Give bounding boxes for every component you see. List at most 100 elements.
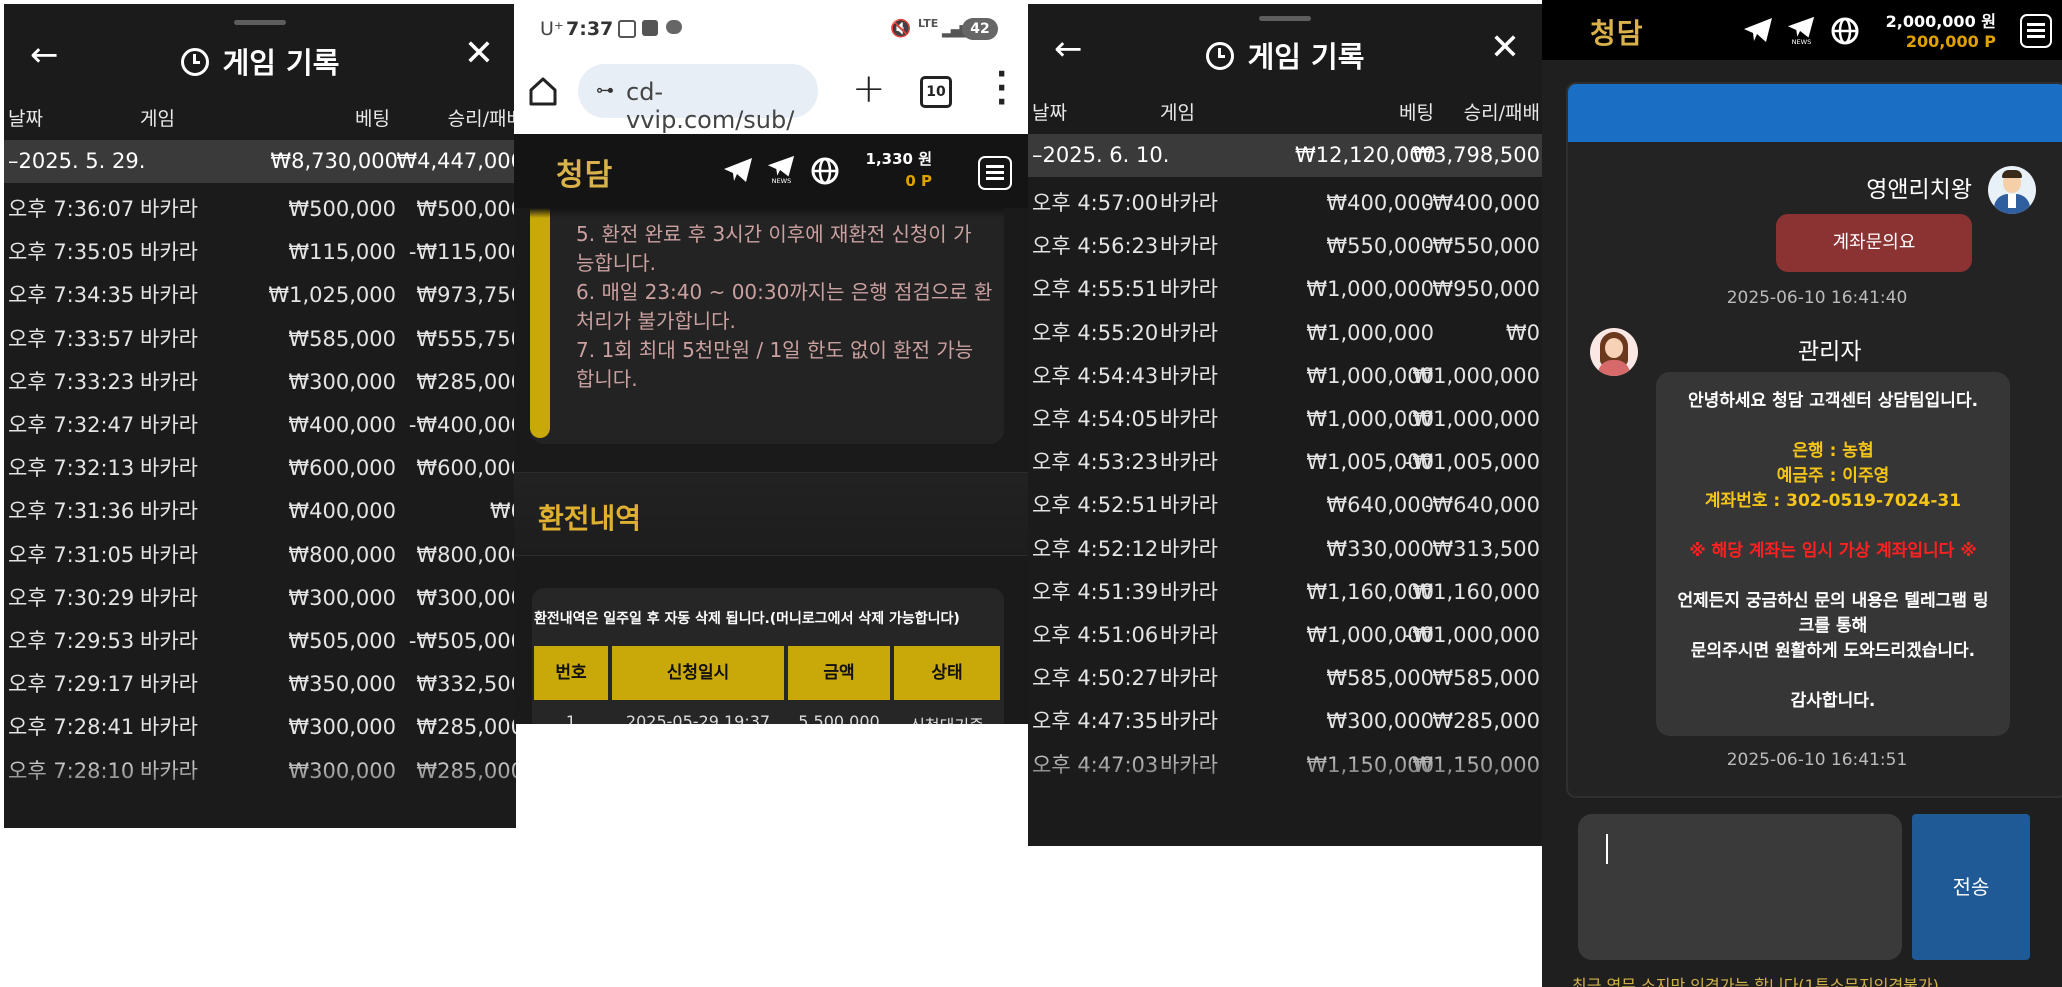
new-tab-icon[interactable]: + [852, 66, 886, 112]
globe-icon[interactable] [1830, 16, 1860, 46]
game-history-panel-2: ← 게임 기록 ✕ 날짜 게임 베팅 승리/패배 –2025. 6. 10. ₩… [1028, 4, 1542, 846]
cell-result: ₩300,000 [416, 585, 516, 610]
page-title: 게임 기록 [1028, 34, 1542, 76]
close-icon[interactable]: ✕ [1490, 30, 1520, 66]
close-icon[interactable]: ✕ [464, 36, 494, 72]
cell-result: -₩640,000 [1424, 493, 1540, 518]
tab-switcher-button[interactable]: 10 [920, 76, 952, 108]
table-row[interactable]: 오후 4:52:12 바카라 ₩330,000 ₩313,500 [1028, 528, 1542, 571]
app-icon [642, 20, 658, 36]
telegram-icon[interactable] [1742, 16, 1774, 44]
telegram-news-icon[interactable]: NEWS [766, 154, 796, 184]
cell-game: 바카라 [140, 672, 198, 697]
user-avatar [1988, 166, 2036, 214]
table-row[interactable]: 오후 7:32:47 바카라 ₩400,000 -₩400,000 [4, 404, 516, 447]
cell-game: 바카라 [140, 369, 198, 394]
home-icon[interactable] [526, 74, 560, 108]
status-time: 7:37 [566, 18, 614, 40]
table-row[interactable]: 오후 7:34:35 바카라 ₩1,025,000 ₩973,750 [4, 274, 516, 317]
table-row[interactable]: 오후 4:56:23 바카라 ₩550,000 -₩550,000 [1028, 225, 1542, 268]
url-text[interactable]: cd-vvip.com/sub/ [626, 78, 818, 134]
table-row[interactable]: 오후 7:33:57 바카라 ₩585,000 ₩555,750 [4, 318, 516, 361]
cell-time: 오후 4:47:35 [1032, 709, 1159, 734]
header-result: 승리/패배 [447, 108, 516, 130]
table-row[interactable]: 1 2025-05-29 19:37 5,500,000 신청대기중 [534, 712, 1004, 724]
table-row[interactable]: 오후 4:55:51 바카라 ₩1,000,000 ₩950,000 [1028, 268, 1542, 311]
table-row[interactable]: 오후 4:54:05 바카라 ₩1,000,000 ₩1,000,000 [1028, 398, 1542, 441]
cell-game: 바카라 [140, 197, 198, 221]
cell-time: 오후 4:53:23 [1032, 450, 1159, 475]
history-icon [1205, 42, 1234, 70]
table-row[interactable]: 오후 4:55:20 바카라 ₩1,000,000 ₩0 [1028, 312, 1542, 355]
scroll-fade [4, 754, 516, 824]
drag-handle[interactable] [1259, 16, 1311, 21]
site-settings-icon[interactable]: ⊶ [596, 80, 614, 101]
table-row[interactable]: 오후 7:33:23 바카라 ₩300,000 ₩285,000 [4, 361, 516, 404]
table-row[interactable]: 오후 4:50:27 바카라 ₩585,000 ₩585,000 [1028, 657, 1542, 700]
table-row[interactable]: 오후 7:31:05 바카라 ₩800,000 ₩800,000 [4, 534, 516, 577]
cell-game: 바카라 [140, 240, 198, 265]
cell-time: 오후 7:31:05 [8, 542, 135, 567]
cell-time: 오후 4:54:43 [1032, 363, 1159, 388]
table-row[interactable]: 오후 4:54:43 바카라 ₩1,000,000 ₩1,000,000 [1028, 355, 1542, 398]
cell-time: 오후 4:51:06 [1032, 623, 1159, 647]
cell-time: 오후 4:54:05 [1032, 407, 1159, 431]
table-note: 환전내역은 일주일 후 자동 삭제 됩니다.(머니로그에서 삭제 가능합니다) [534, 611, 960, 627]
date-group-row[interactable]: –2025. 6. 10. ₩12,120,000 ₩3,798,500 [1028, 134, 1542, 177]
globe-icon[interactable] [810, 156, 840, 186]
date-group-row[interactable]: –2025. 5. 29. ₩8,730,000 ₩4,447,000 [4, 140, 516, 183]
points-amount: 200,000 P [1905, 32, 1996, 51]
table-row[interactable]: 오후 4:57:00 바카라 ₩400,000 -₩400,000 [1028, 182, 1542, 225]
site-header: 청담 NEWS 2,000,000 원 200,000 P [1542, 0, 2062, 60]
cell-result: ₩973,750 [416, 283, 516, 308]
table-row[interactable]: 오후 4:51:06 바카라 ₩1,000,000 -₩1,000,000 [1028, 614, 1542, 657]
table-row[interactable]: 오후 4:53:23 바카라 ₩1,005,000 -₩1,005,000 [1028, 441, 1542, 484]
table-row[interactable]: 오후 7:36:07 바카라 ₩500,000 ₩500,000 [4, 188, 516, 231]
table-row[interactable]: 오후 7:29:17 바카라 ₩350,000 ₩332,500 [4, 663, 516, 706]
browser-panel: U⁺ 7:37 🔇 LTE ▂▄▆ 42 ⊶ cd-vvip.com/sub/ … [514, 4, 1028, 724]
table-row[interactable]: 오후 4:51:39 바카라 ₩1,160,000 ₩1,160,000 [1028, 571, 1542, 614]
cell-result: -₩400,000 [408, 413, 516, 437]
svg-text:NEWS: NEWS [772, 177, 792, 184]
cell-result: -₩115,000 [408, 240, 516, 265]
site-header: 청담 NEWS 1,330 원 0 P [514, 134, 1028, 208]
admin-avatar [1590, 328, 1638, 376]
address-bar[interactable]: ⊶ cd-vvip.com/sub/ [578, 64, 818, 134]
table-row[interactable]: 오후 7:35:05 바카라 ₩115,000 -₩115,000 [4, 231, 516, 274]
cell-game: 바카라 [1160, 320, 1218, 345]
mute-icon: 🔇 [890, 19, 912, 39]
support-chat-panel: 청담 NEWS 2,000,000 원 200,000 P 영앤리치왕 계좌문의… [1542, 0, 2062, 987]
header-bet: 베팅 [1399, 102, 1434, 124]
hamburger-menu-icon[interactable] [978, 156, 1012, 190]
table-row[interactable]: 오후 7:31:36바카라 ₩400,000 ₩0 [4, 490, 516, 533]
user-name: 영앤리치왕 [1866, 177, 1972, 203]
drag-handle[interactable] [234, 20, 286, 25]
cell-time: 오후 4:56:23 [1032, 234, 1159, 259]
message-input[interactable] [1578, 814, 1902, 960]
history-icon [180, 48, 209, 76]
more-menu-icon[interactable]: · · · [996, 60, 1007, 118]
cell-bet: ₩300,000 [288, 369, 396, 394]
send-button[interactable]: 전송 [1912, 814, 2030, 960]
section-title: 환전내역 [538, 502, 642, 535]
cell-result: ₩800,000 [416, 542, 516, 567]
site-logo[interactable]: 청담 [556, 150, 613, 194]
table-row[interactable]: 오후 7:29:53 바카라 ₩505,000 -₩505,000 [4, 620, 516, 663]
cell-result: ₩1,000,000 [1412, 363, 1540, 388]
header-date: 날짜 [8, 108, 43, 130]
notice-text: 5. 환전 완료 후 3시간 이후에 재환전 신청이 가 능합니다. 6. 매일… [576, 222, 993, 391]
table-row[interactable]: 오후 7:30:29 바카라 ₩300,000 ₩300,000 [4, 577, 516, 620]
table-row[interactable]: 오후 4:52:51 바카라 ₩640,000 -₩640,000 [1028, 484, 1542, 527]
telegram-news-icon[interactable]: NEWS [1786, 14, 1816, 46]
table-row[interactable]: 오후 7:28:41 바카라 ₩300,000 ₩285,000 [4, 706, 516, 749]
telegram-icon[interactable] [722, 156, 754, 184]
table-row[interactable]: 오후 4:47:35 바카라 ₩300,000 ₩285,000 [1028, 700, 1542, 743]
site-content: 청담 NEWS 1,330 원 0 P 5. 환전 완료 후 3시간 이후에 재… [514, 134, 1028, 724]
hamburger-menu-icon[interactable] [2020, 14, 2052, 48]
cell-time: 오후 4:52:51 [1032, 493, 1159, 518]
cell-bet: ₩585,000 [288, 326, 396, 351]
cell-result: ₩500,000 [416, 197, 516, 221]
cell-result: ₩332,500 [416, 672, 516, 697]
site-logo[interactable]: 청담 [1590, 12, 1644, 52]
table-row[interactable]: 오후 7:32:13 바카라 ₩600,000 ₩600,000 [4, 447, 516, 490]
